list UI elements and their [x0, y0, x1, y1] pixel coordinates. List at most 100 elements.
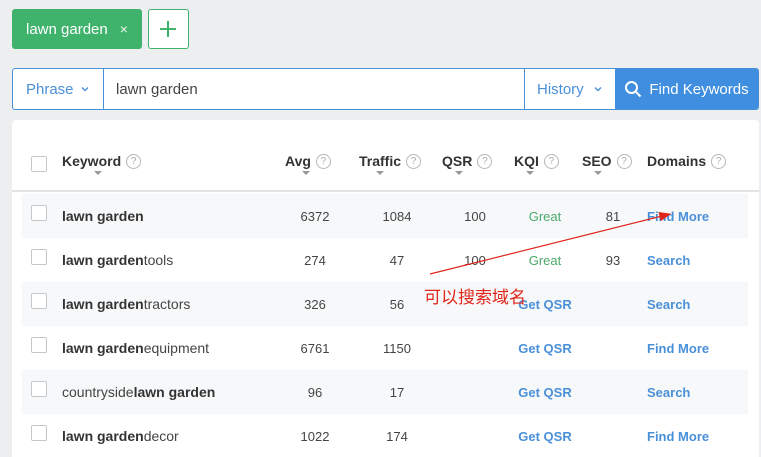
row-checkbox[interactable]	[31, 425, 47, 441]
get-qsr-link[interactable]: Get QSR	[500, 414, 590, 457]
find-more-domains-link[interactable]: Find More	[647, 414, 709, 457]
get-qsr-link[interactable]: Get QSR	[500, 370, 590, 414]
table-row: lawn garden tractors 326 56 Get QSR Search	[22, 282, 748, 326]
table-header: Keyword ? Avg ? Traffic ? QSR ? KQI ? SE…	[12, 120, 759, 192]
keyword-cell[interactable]: lawn garden tools	[62, 238, 173, 282]
table-row: lawn garden decor 1022 174 Get QSR Find More	[22, 414, 748, 457]
traffic-cell: 17	[389, 384, 405, 400]
table-row: lawn garden 6372 1084 100 Great 81 Find More	[22, 194, 748, 238]
sort-caret-icon[interactable]	[376, 171, 384, 175]
traffic-cell: 1150	[383, 340, 411, 356]
kqi-cell: Great	[528, 208, 562, 224]
keyword-suffix: equipment	[143, 340, 210, 356]
keyword-match: lawn garden	[62, 208, 144, 224]
row-checkbox[interactable]	[31, 293, 47, 309]
qsr-cell: 100	[464, 208, 486, 224]
traffic-cell: 174	[386, 428, 408, 444]
chevron-down-icon	[594, 87, 602, 92]
help-icon[interactable]: ?	[126, 153, 142, 169]
match-type-label: Phrase	[26, 80, 74, 98]
select-all-checkbox[interactable]	[31, 156, 47, 172]
keyword-cell[interactable]: lawn garden	[62, 194, 144, 238]
column-header-seo[interactable]: SEO ?	[582, 153, 632, 169]
help-icon[interactable]: ?	[315, 153, 331, 169]
traffic-cell: 56	[389, 296, 405, 312]
qsr-cell: 100	[464, 252, 486, 268]
find-keywords-button[interactable]: Find Keywords	[615, 69, 758, 109]
column-header-label: Traffic	[359, 153, 402, 169]
results-table: Keyword ? Avg ? Traffic ? QSR ? KQI ? SE…	[12, 120, 759, 457]
column-header-label: Avg	[285, 153, 311, 169]
column-header-label: QSR	[442, 153, 473, 169]
column-header-qsr[interactable]: QSR ?	[442, 153, 493, 169]
close-icon[interactable]: ×	[120, 21, 128, 37]
sort-caret-icon[interactable]	[526, 171, 534, 175]
keyword-match: lawn garden	[62, 296, 144, 312]
table-row: lawn garden equipment 6761 1150 Get QSR Find…	[22, 326, 748, 370]
keyword-cell[interactable]: lawn garden tractors	[62, 282, 190, 326]
search-bar: Phrase History Find Keywords	[12, 68, 759, 110]
match-type-dropdown[interactable]: Phrase	[13, 69, 104, 109]
traffic-cell: 1084	[382, 208, 412, 224]
history-dropdown[interactable]: History	[524, 69, 615, 109]
column-header-label: KQI	[514, 153, 539, 169]
search-domains-link[interactable]: Search	[647, 370, 690, 414]
keyword-tag-label: lawn garden	[26, 20, 108, 38]
search-domains-link[interactable]: Search	[647, 282, 690, 326]
traffic-cell: 47	[389, 252, 405, 268]
kqi-cell: Great	[528, 252, 562, 268]
avg-cell: 326	[304, 296, 326, 312]
help-icon[interactable]: ?	[543, 153, 559, 169]
search-icon	[625, 81, 642, 98]
chevron-down-icon	[81, 87, 89, 92]
annotation-text: 可以搜索域名	[424, 288, 526, 308]
keyword-match: lawn garden	[133, 384, 216, 400]
row-checkbox[interactable]	[31, 205, 47, 221]
table-row: lawn garden tools 274 47 100 Great 93 Search	[22, 238, 748, 282]
row-checkbox[interactable]	[31, 249, 47, 265]
avg-cell: 1022	[300, 428, 330, 444]
keyword-tag-bar: lawn garden ×	[12, 9, 189, 49]
keyword-suffix: tractors	[143, 296, 191, 312]
seo-cell: 93	[605, 252, 621, 268]
sort-caret-icon[interactable]	[594, 171, 602, 175]
column-header-traffic[interactable]: Traffic ?	[359, 153, 422, 169]
get-qsr-link[interactable]: Get QSR	[500, 326, 590, 370]
avg-cell: 274	[304, 252, 326, 268]
column-header-label: SEO	[582, 153, 612, 169]
keyword-cell[interactable]: lawn garden decor	[62, 414, 179, 457]
sort-caret-icon[interactable]	[455, 171, 463, 175]
row-checkbox[interactable]	[31, 337, 47, 353]
help-icon[interactable]: ?	[711, 153, 727, 169]
keyword-tag[interactable]: lawn garden ×	[12, 9, 142, 49]
plus-icon	[160, 21, 177, 37]
find-keywords-label: Find Keywords	[649, 80, 749, 98]
keyword-suffix: tools	[143, 252, 174, 268]
keyword-cell[interactable]: countryside lawn garden	[62, 370, 215, 414]
column-header-avg[interactable]: Avg ?	[285, 153, 331, 169]
keyword-cell[interactable]: lawn garden equipment	[62, 326, 209, 370]
find-more-domains-link[interactable]: Find More	[647, 194, 709, 238]
avg-cell: 6761	[300, 340, 330, 356]
keyword-search-input[interactable]	[104, 69, 524, 109]
avg-cell: 96	[307, 384, 323, 400]
table-row: countryside lawn garden 96 17 Get QSR Search	[22, 370, 748, 414]
help-icon[interactable]: ?	[477, 153, 493, 169]
column-header-kqi[interactable]: KQI ?	[514, 153, 559, 169]
keyword-suffix: decor	[143, 428, 179, 444]
keyword-match: lawn garden	[62, 428, 144, 444]
add-tag-button[interactable]	[147, 9, 189, 49]
sort-caret-icon[interactable]	[302, 171, 310, 175]
column-header-domains[interactable]: Domains ?	[647, 153, 727, 169]
keyword-match: lawn garden	[62, 252, 144, 268]
help-icon[interactable]: ?	[406, 153, 422, 169]
find-more-domains-link[interactable]: Find More	[647, 326, 709, 370]
column-header-keyword[interactable]: Keyword ?	[62, 153, 142, 169]
help-icon[interactable]: ?	[616, 153, 632, 169]
search-domains-link[interactable]: Search	[647, 238, 690, 282]
sort-caret-icon[interactable]	[94, 171, 102, 175]
row-checkbox[interactable]	[31, 381, 47, 397]
avg-cell: 6372	[300, 208, 330, 224]
column-header-label: Domains	[647, 153, 707, 169]
keyword-prefix: countryside	[62, 384, 134, 400]
